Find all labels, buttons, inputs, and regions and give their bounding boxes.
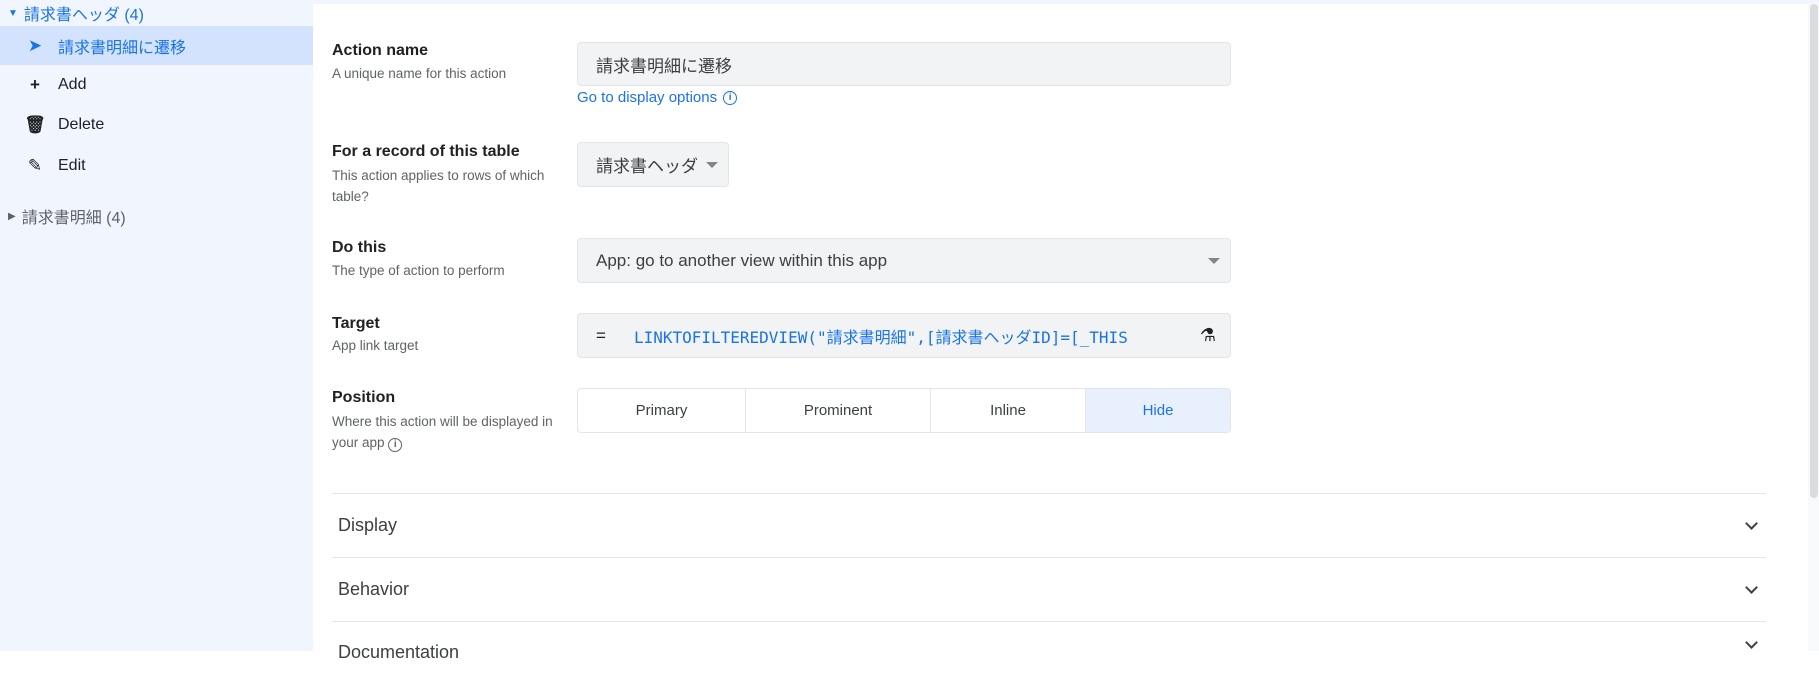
position-label: Position [332,389,396,406]
flask-icon[interactable]: ⚗ [1200,325,1216,346]
item-label: 請求書明細に遷移 [58,39,187,57]
dropdown-caret-icon [1208,257,1220,264]
item-label: Delete [58,116,105,133]
section-title: Behavior [338,579,410,599]
position-hide[interactable]: Hide [1086,389,1230,432]
do-this-help: The type of action to perform [332,263,505,278]
do-this-select[interactable]: App: go to another view within this app [577,238,1231,283]
sidebar-item-edit[interactable]: ✎ Edit [0,147,313,185]
target-help: App link target [332,338,419,353]
table-select[interactable]: 請求書ヘッダ [577,142,729,187]
position-help: Where this action will be displayed in y… [332,411,572,453]
target-expression-input[interactable]: = LINKTOFILTEREDVIEW("請求書明細",[請求書ヘッダID]=… [577,313,1231,358]
section-title: Display [338,515,398,535]
dropdown-caret-icon [706,161,718,168]
table-label: For a record of this table [332,143,520,160]
section-title: Documentation [338,642,460,662]
display-options-link[interactable]: Go to display options i [577,89,738,106]
section-display[interactable]: Display [332,493,1766,557]
do-this-value: App: go to another view within this app [596,250,888,270]
target-formula: LINKTOFILTEREDVIEW("請求書明細",[請求書ヘッダID]=[_… [633,327,1128,347]
top-strip [313,0,1819,4]
action-name-input[interactable]: 請求書明細に遷移 [577,42,1231,86]
scrollbar-thumb[interactable] [1810,4,1818,498]
send-icon: ➤ [27,35,43,55]
action-name-label: Action name [332,42,429,59]
position-prominent[interactable]: Prominent [746,389,931,432]
trash-icon: 🗑 [24,115,46,134]
position-segmented-control: Primary Prominent Inline Hide [577,388,1231,433]
plus-icon: + [30,75,40,94]
table-group-invoice-header[interactable]: ▼ 請求書ヘッダ (4) [0,0,313,26]
caret-right-icon: ▶ [8,210,16,222]
link-text: Go to display options [577,89,718,106]
sidebar: ▼ 請求書ヘッダ (4) ➤ 請求書明細に遷移 + Add 🗑 Delete ✎ Edit… [0,0,313,651]
table-value: 請求書ヘッダ [596,157,698,176]
sidebar-item-add[interactable]: + Add [0,66,313,104]
item-label: Add [58,76,87,93]
action-name-help: A unique name for this action [332,66,507,81]
chevron-down-icon [1745,517,1758,530]
sidebar-item-selected-action[interactable]: ➤ 請求書明細に遷移 [0,26,313,65]
table-group-invoice-detail[interactable]: ▶ 請求書明細 (4) [0,203,313,229]
item-label: Edit [58,157,86,174]
action-name-value: 請求書明細に遷移 [596,56,732,76]
sidebar-item-delete[interactable]: 🗑 Delete [0,106,313,144]
section-documentation[interactable]: Documentation [332,621,1766,685]
section-behavior[interactable]: Behavior [332,557,1766,621]
position-inline[interactable]: Inline [931,389,1086,432]
caret-down-icon: ▼ [8,7,18,19]
position-help-text: Where this action will be displayed in y… [332,414,553,450]
target-label: Target [332,315,380,332]
table-help: This action applies to rows of which tab… [332,168,545,204]
chevron-down-icon [1745,581,1758,594]
edit-icon: ✎ [27,156,43,175]
equals-sign: = [596,325,606,345]
group-label: 請求書明細 (4) [21,210,126,227]
position-primary[interactable]: Primary [578,389,746,432]
chevron-down-icon [1745,636,1758,649]
info-icon[interactable]: i [388,437,403,452]
info-icon: i [723,90,738,105]
do-this-label: Do this [332,239,387,256]
group-label: 請求書ヘッダ (4) [23,7,144,24]
